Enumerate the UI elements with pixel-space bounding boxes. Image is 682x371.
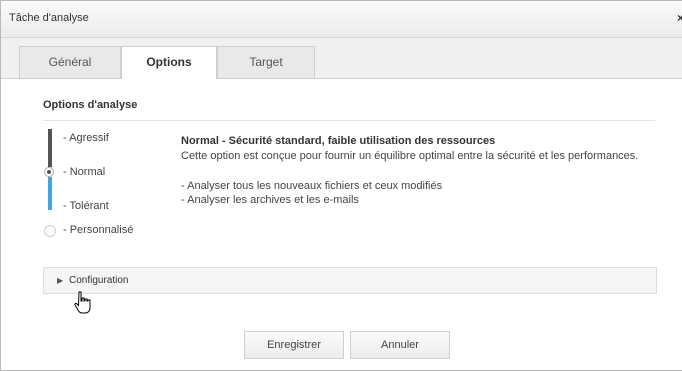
scan-task-dialog: Tâche d'analyse × Général Options Target… <box>0 0 682 371</box>
configuration-expander[interactable]: ▶ Configuration <box>43 267 657 294</box>
tab-target[interactable]: Target <box>217 46 315 78</box>
dialog-titlebar: Tâche d'analyse <box>1 1 682 38</box>
slider-track-upper <box>48 129 52 167</box>
section-divider <box>43 120 655 121</box>
level-aggressive[interactable]: - Agressif <box>63 132 109 144</box>
level-custom[interactable]: - Personnalisé <box>63 224 133 236</box>
tab-options[interactable]: Options <box>121 46 217 79</box>
slider-track-lower <box>48 177 52 210</box>
level-feature-archives: - Analyser les archives et les e-mails <box>181 194 359 206</box>
close-icon[interactable]: × <box>677 11 682 25</box>
level-description-title: Normal - Sécurité standard, faible utili… <box>181 135 496 147</box>
cancel-button[interactable]: Annuler <box>350 331 450 359</box>
section-title: Options d'analyse <box>43 99 138 111</box>
custom-radio[interactable] <box>44 225 56 237</box>
chevron-right-icon: ▶ <box>57 276 64 285</box>
save-button[interactable]: Enregistrer <box>244 331 344 359</box>
level-slider-handle[interactable] <box>44 167 54 177</box>
tab-general[interactable]: Général <box>19 46 121 78</box>
level-normal[interactable]: - Normal <box>63 166 105 178</box>
tab-bar: Général Options Target <box>1 38 682 79</box>
configuration-label: Configuration <box>69 275 129 286</box>
level-feature-new-files: - Analyser tous les nouveaux fichiers et… <box>181 180 443 192</box>
dialog-title: Tâche d'analyse <box>9 12 89 24</box>
level-tolerant[interactable]: - Tolérant <box>63 200 109 212</box>
hand-pointer-icon <box>74 291 91 314</box>
level-description: Cette option est conçue pour fournir un … <box>181 150 639 162</box>
